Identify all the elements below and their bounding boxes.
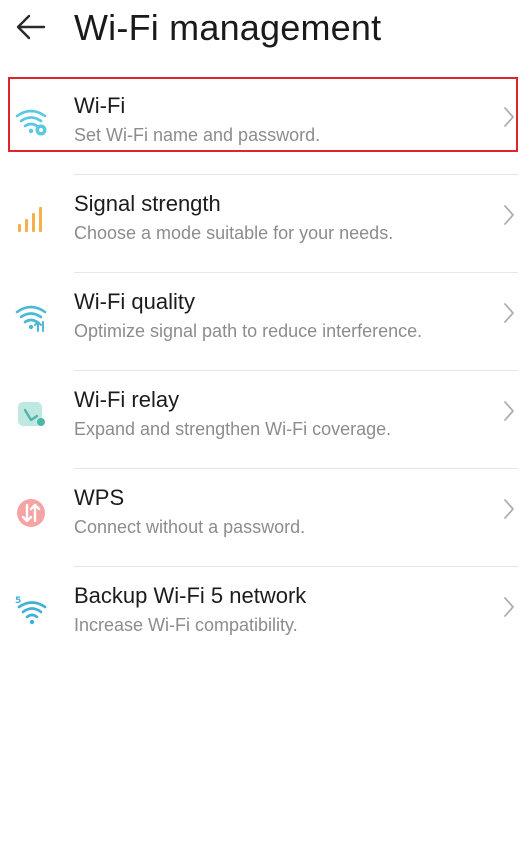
divider <box>74 272 518 273</box>
list-item-signal-strength[interactable]: Signal strength Choose a mode suitable f… <box>0 174 532 272</box>
header-bar: Wi-Fi management <box>0 0 532 60</box>
page-title: Wi-Fi management <box>74 7 382 48</box>
wifi-quality-icon <box>15 305 47 332</box>
settings-list: Wi-Fi Set Wi-Fi name and password. Signa… <box>0 76 532 664</box>
arrow-left-icon[interactable] <box>14 10 48 44</box>
chevron-right-icon <box>504 303 514 323</box>
item-subtitle: Optimize signal path to reduce interfere… <box>74 321 423 341</box>
wifi-relay-icon <box>18 402 45 426</box>
chevron-right-icon <box>504 499 514 519</box>
item-subtitle: Choose a mode suitable for your needs. <box>74 223 394 243</box>
divider <box>74 370 518 371</box>
list-item-backup-wifi-5[interactable]: 5 Backup Wi-Fi 5 network Increase Wi-Fi … <box>0 566 532 664</box>
list-item-wifi-quality[interactable]: Wi-Fi quality Optimize signal path to re… <box>0 272 532 370</box>
divider <box>74 468 518 469</box>
svg-text:5: 5 <box>15 596 21 606</box>
chevron-right-icon <box>504 107 514 127</box>
item-title: Wi-Fi <box>74 93 126 118</box>
item-subtitle: Expand and strengthen Wi-Fi coverage. <box>74 419 392 439</box>
list-item-wps[interactable]: WPS Connect without a password. <box>0 468 532 566</box>
item-title: Backup Wi-Fi 5 network <box>74 583 307 608</box>
divider <box>74 174 518 175</box>
signal-bars-icon <box>18 207 42 232</box>
list-item-wifi[interactable]: Wi-Fi Set Wi-Fi name and password. <box>0 76 532 174</box>
item-title: Signal strength <box>74 191 221 216</box>
item-title: Wi-Fi relay <box>74 387 180 412</box>
chevron-right-icon <box>504 597 514 617</box>
item-title: Wi-Fi quality <box>74 289 196 314</box>
wifi-5-icon: 5 <box>15 596 47 625</box>
item-title: WPS <box>74 485 125 510</box>
list-item-wifi-relay[interactable]: Wi-Fi relay Expand and strengthen Wi-Fi … <box>0 370 532 468</box>
item-subtitle: Increase Wi-Fi compatibility. <box>74 615 298 635</box>
divider <box>74 566 518 567</box>
chevron-right-icon <box>504 401 514 421</box>
wifi-settings-icon <box>15 109 47 136</box>
chevron-right-icon <box>504 205 514 225</box>
wps-icon <box>17 499 45 527</box>
item-subtitle: Set Wi-Fi name and password. <box>74 125 321 145</box>
item-subtitle: Connect without a password. <box>74 517 306 537</box>
